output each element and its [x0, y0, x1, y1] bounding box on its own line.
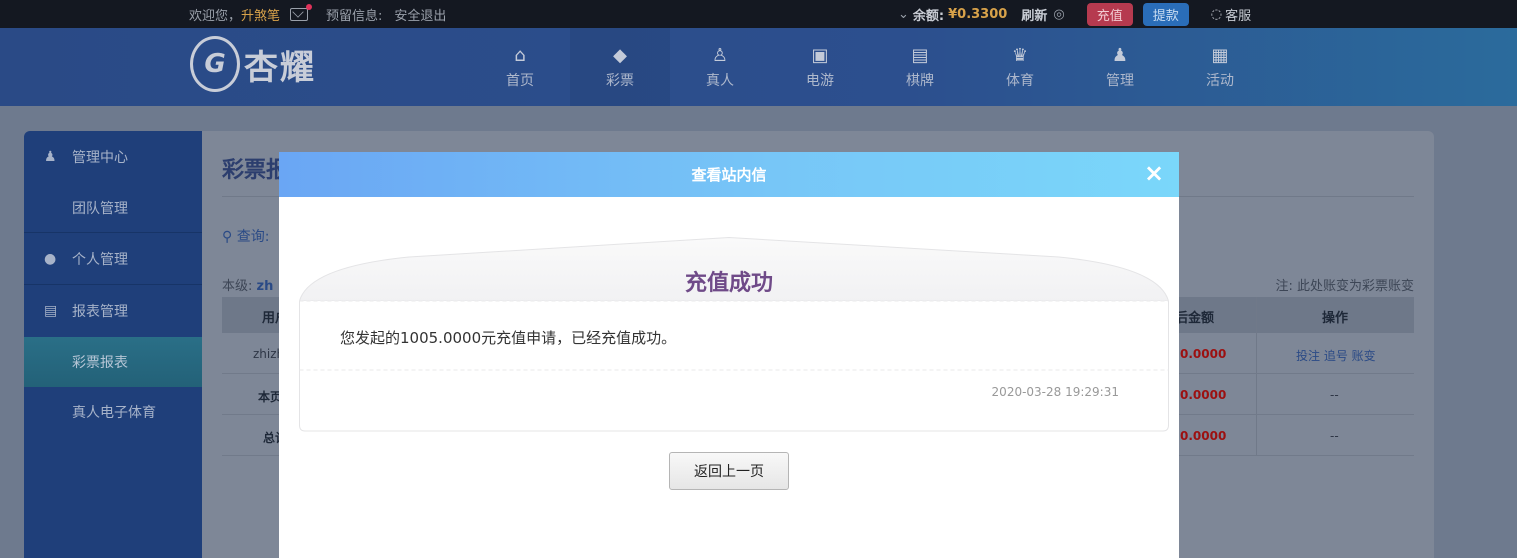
top-bar: 欢迎您， 升煞笔 预留信息: 安全退出 ⌄ 余额: ¥0.3300 刷新 ◎ 充… [0, 0, 1517, 28]
sidebar: ♟ 管理中心 团队管理 ● 个人管理 ▤ 报表管理 彩票报表 真人电子体育 [24, 131, 202, 558]
back-button[interactable]: 返回上一页 [669, 452, 789, 490]
nav-item-promo[interactable]: ▦ 活动 [1170, 28, 1270, 106]
query-link[interactable]: ⚲ 查询: [222, 226, 269, 246]
nav-item-slots[interactable]: ▣ 电游 [770, 28, 870, 106]
nav-label: 管理 [1106, 72, 1134, 89]
dialog-title: 查看站内信 [691, 166, 767, 184]
level-value[interactable]: zh [257, 279, 274, 294]
chat-icon: ◌ [1210, 6, 1223, 22]
dialog-header: 查看站内信 × [279, 152, 1179, 197]
level-info: 本级: zh [222, 275, 273, 294]
search-icon: ⚲ [222, 229, 237, 245]
nav-item-cards[interactable]: ▤ 棋牌 [870, 28, 970, 106]
logo-mark: G [190, 36, 240, 92]
cards-icon: ▤ [911, 44, 929, 66]
ticket-icon: ◆ [613, 44, 627, 66]
logo-text: 杏耀 [244, 47, 316, 88]
table-note: 注: 此处账变为彩票账变 [1275, 279, 1414, 294]
refresh-link[interactable]: 刷新 [1021, 5, 1047, 24]
sidebar-label: 真人电子体育 [72, 405, 156, 421]
message-card: 充值成功 您发起的1005.0000元充值申请，已经充值成功。 2020-03-… [299, 237, 1169, 432]
unread-dot [306, 3, 313, 10]
message-body: 您发起的1005.0000元充值申请，已经充值成功。 [340, 329, 677, 347]
trophy-icon: ♛ [1011, 44, 1029, 66]
sidebar-label: 报表管理 [72, 304, 128, 320]
recharge-button[interactable]: 充值 [1086, 2, 1133, 26]
reserved-info-label: 预留信息: [326, 8, 383, 24]
welcome-text: 欢迎您， [189, 8, 242, 24]
sidebar-item-live-report[interactable]: 真人电子体育 [24, 387, 202, 437]
cell-amount: 0.0000 [1180, 429, 1227, 443]
balance-value: ¥0.3300 [948, 6, 1008, 22]
withdraw-button[interactable]: 提款 [1142, 2, 1189, 26]
user-icon: ● [44, 250, 57, 267]
cell-ops: -- [1330, 429, 1339, 443]
eye-off-icon[interactable]: ◎ [1053, 7, 1064, 22]
sidebar-label: 管理中心 [72, 150, 128, 166]
report-icon: ▤ [44, 303, 58, 319]
main-nav: ⌂ 首页 ◆ 彩票 ♙ 真人 ▣ 电游 ▤ 棋牌 ♛ 体育 ♟ 管理 ▦ 活动 [470, 28, 1270, 106]
sidebar-item-lottery-report[interactable]: 彩票报表 [24, 337, 202, 387]
sidebar-label: 团队管理 [72, 200, 128, 217]
slot-machine-icon: ▣ [811, 44, 829, 66]
users-icon: ♟ [44, 149, 57, 165]
nav-label: 活动 [1206, 72, 1234, 89]
sidebar-item-reports[interactable]: ▤ 报表管理 [24, 285, 202, 337]
customer-service-link[interactable]: 客服 [1225, 5, 1251, 24]
row-actions[interactable]: 投注 追号 账变 [1296, 347, 1376, 364]
close-icon[interactable]: × [1141, 160, 1167, 186]
sidebar-item-manage-center[interactable]: ♟ 管理中心 [24, 131, 202, 183]
logo[interactable]: G 杏耀 [190, 36, 316, 92]
nav-item-manage[interactable]: ♟ 管理 [1070, 28, 1170, 106]
username: 升煞笔 [241, 8, 281, 24]
cell-amount: 0.0000 [1180, 388, 1227, 402]
nav-label: 彩票 [606, 72, 634, 89]
cell-amount: 0.0000 [1180, 347, 1227, 361]
sidebar-label: 个人管理 [72, 251, 128, 268]
person-icon: ♙ [711, 44, 729, 66]
logout-link[interactable]: 安全退出 [394, 5, 446, 24]
nav-item-live[interactable]: ♙ 真人 [670, 28, 770, 106]
col-header-amount: 后金额 [1175, 311, 1215, 326]
nav-item-sports[interactable]: ♛ 体育 [970, 28, 1070, 106]
cell-ops: -- [1330, 388, 1339, 402]
gift-icon: ▦ [1211, 44, 1229, 66]
sidebar-item-personal[interactable]: ● 个人管理 [24, 233, 202, 285]
sidebar-item-team[interactable]: 团队管理 [24, 183, 202, 233]
message-heading: 充值成功 [684, 271, 773, 296]
home-icon: ⌂ [514, 44, 526, 66]
main-header: G 杏耀 ⌂ 首页 ◆ 彩票 ♙ 真人 ▣ 电游 ▤ 棋牌 ♛ 体育 ♟ 管理 ▦ 活动 [0, 28, 1517, 106]
nav-item-lottery[interactable]: ◆ 彩票 [570, 28, 670, 106]
nav-label: 电游 [806, 72, 834, 89]
message-timestamp: 2020-03-28 19:29:31 [991, 385, 1119, 399]
message-dialog: 查看站内信 × 充值成功 您发起的1005.0000元充值申请，已经充值成功。 … [279, 152, 1179, 558]
nav-label: 体育 [1006, 72, 1034, 89]
nav-item-home[interactable]: ⌂ 首页 [470, 28, 570, 106]
level-label: 本级: [222, 279, 253, 294]
mail-icon[interactable] [290, 3, 313, 21]
nav-label: 真人 [706, 72, 734, 89]
query-label: 查询: [236, 229, 270, 245]
users-icon: ♟ [1111, 44, 1129, 66]
nav-label: 棋牌 [906, 72, 934, 89]
chevron-down-icon[interactable]: ⌄ [898, 7, 909, 22]
col-header-ops: 操作 [1322, 311, 1349, 326]
balance-label: 余额: [912, 8, 945, 24]
sidebar-label: 彩票报表 [72, 355, 128, 371]
nav-label: 首页 [506, 72, 534, 89]
